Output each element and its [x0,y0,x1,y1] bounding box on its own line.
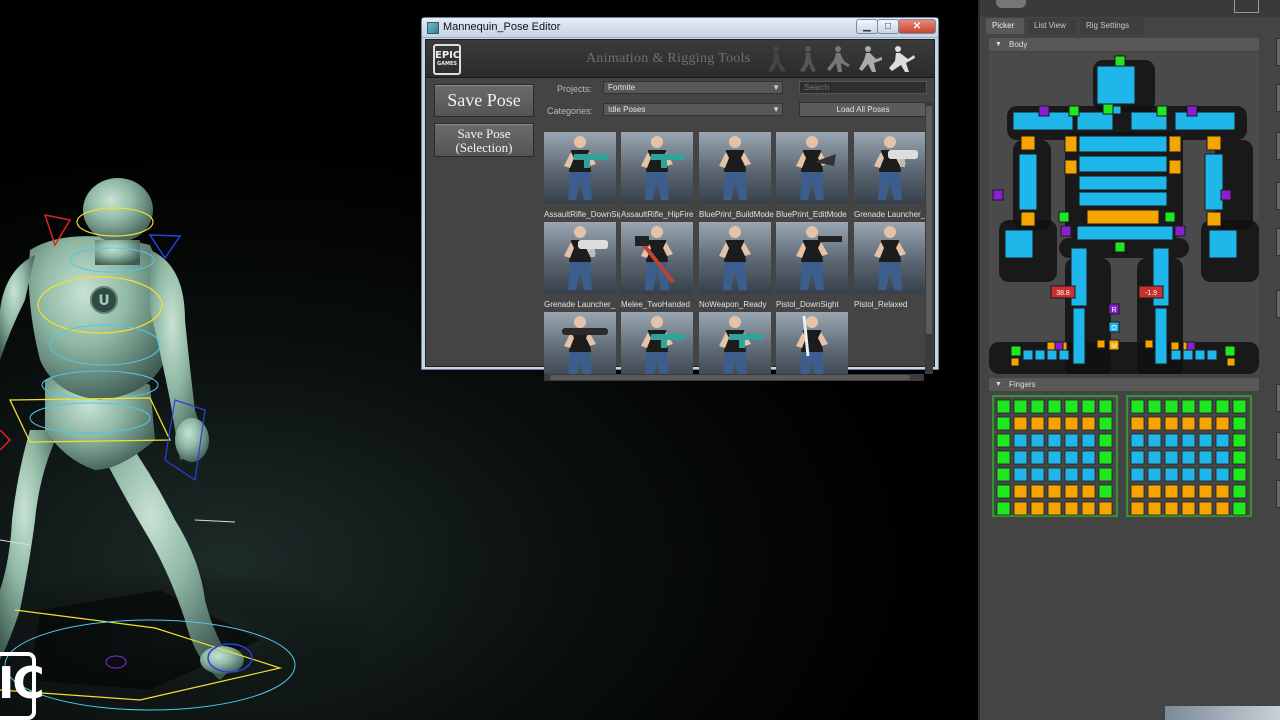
categories-dropdown[interactable]: Idle Poses ▼ [603,103,783,116]
minimize-icon: ▁ [863,21,871,32]
window-title: Mannequin_Pose Editor [443,21,561,33]
pose-preview-image [621,132,693,204]
pose-editor-window[interactable]: Mannequin_Pose Editor ▁ □ ✕ EPIC GAMES A… [421,17,939,381]
side-button[interactable] [1276,182,1280,210]
pose-name-label: Grenade Launcher_ [854,210,926,219]
pose-preview-image [544,132,616,204]
o-button: O [1111,325,1117,332]
maximize-icon: □ [884,21,892,32]
maximize-button[interactable]: □ [877,19,899,34]
pose-preview-image [699,312,771,376]
pose-preview-image [544,222,616,294]
side-button[interactable] [1276,432,1280,460]
pose-preview-image [854,132,926,204]
panel-button[interactable] [1234,0,1259,13]
projects-dropdown[interactable]: Fortnite ▼ [603,81,783,94]
pose-name-label: Pistol_DownSight [776,300,839,309]
taskbar-fragment [1165,706,1280,720]
pose-preview-image [544,312,616,376]
side-button[interactable] [1276,480,1280,508]
picker-header [980,0,1280,17]
pose-preview-image [776,222,848,294]
save-pose-selection-button[interactable]: Save Pose (Selection) [434,123,534,157]
chevron-down-icon: ▼ [772,105,780,114]
scroll-thumb[interactable] [550,375,910,380]
rig-picker-panel: Picker List View Rig Settings ▼ Body 38.8… [978,0,1280,720]
load-all-poses-button[interactable]: Load All Poses [799,102,927,117]
banner-title: Animation & Rigging Tools [586,51,751,66]
close-button[interactable]: ✕ [898,19,936,34]
body-picker[interactable]: 38.8 -1.9 R O M [989,52,1259,374]
categories-label: Categories: [547,106,594,116]
app-icon [427,22,439,34]
left-leg-value: 38.8 [1056,290,1070,297]
pose-preview-image [699,132,771,204]
side-button[interactable] [1276,290,1280,318]
running-figures-icon [768,46,915,72]
scroll-thumb[interactable] [926,106,932,334]
tab-picker[interactable]: Picker [986,18,1024,34]
close-icon: ✕ [912,21,922,32]
pose-name-label: BluePrint_BuildMode [699,210,774,219]
pose-name-label: BluePrint_EditMode [776,210,847,219]
pose-name-label: NoWeapon_Ready [699,300,767,309]
collapse-triangle-icon: ▼ [995,381,1002,388]
side-button[interactable] [1276,132,1280,160]
pose-preview-image [621,312,693,376]
pose-name-label: Melee_TwoHanded [621,300,690,309]
finger-picker[interactable] [989,392,1259,522]
svg-text:U: U [98,293,109,309]
pose-name-label: AssaultRifle_HipFire [621,210,694,219]
body-section-header[interactable]: ▼ Body [989,38,1259,51]
side-button[interactable] [1276,384,1280,412]
chevron-down-icon: ▼ [772,83,780,92]
side-button[interactable] [1276,228,1280,256]
m-button: M [1111,343,1117,350]
vertical-scrollbar[interactable] [925,102,933,374]
pose-thumbnail-grid[interactable]: AssaultRifle_DownSightAssaultRifle_HipFi… [544,132,928,376]
pose-preview-image [699,222,771,294]
pose-preview-image [776,132,848,204]
save-pose-button[interactable]: Save Pose [434,84,534,117]
pose-name-label: Grenade Launcher_ [544,300,616,309]
pose-preview-image [776,312,848,376]
pose-editor-body: EPIC GAMES Animation & Rigging Tools Sav… [425,39,935,381]
epic-games-logo [996,0,1026,8]
minimize-button[interactable]: ▁ [856,19,878,34]
banner: EPIC GAMES Animation & Rigging Tools [426,40,934,78]
tab-list-view[interactable]: List View [1028,18,1076,34]
search-input[interactable] [799,81,927,94]
fingers-section-header[interactable]: ▼ Fingers [989,378,1259,391]
pose-preview-image [854,222,926,294]
side-button[interactable] [1276,84,1280,112]
epic-logo-corner: IC [0,652,45,720]
right-leg-value: -1.9 [1145,290,1157,297]
left-panel: Save Pose Save Pose (Selection) [434,84,534,157]
r-button: R [1111,307,1116,314]
projects-label: Projects: [557,84,593,94]
horizontal-scrollbar[interactable] [544,374,924,381]
pose-name-label: Pistol_Relaxed [854,300,908,309]
title-bar[interactable]: Mannequin_Pose Editor ▁ □ ✕ [422,18,938,38]
pose-preview-image [621,222,693,294]
epic-games-logo: EPIC GAMES [433,44,461,75]
pose-name-label: AssaultRifle_DownSight [544,210,620,219]
side-button[interactable] [1276,38,1280,66]
tab-rig-settings[interactable]: Rig Settings [1080,18,1144,34]
collapse-triangle-icon: ▼ [995,41,1002,48]
